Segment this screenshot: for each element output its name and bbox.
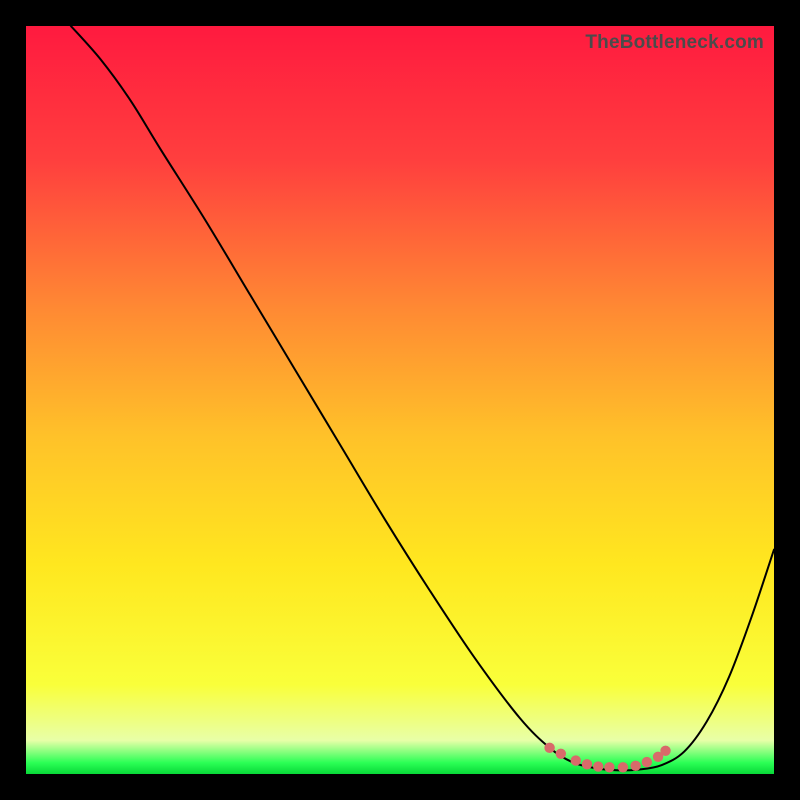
highlight-dot [593,761,603,771]
highlight-dot [544,743,554,753]
highlight-dot [618,762,628,772]
highlight-dot [630,761,640,771]
gradient-background [26,26,774,774]
highlight-dot [660,746,670,756]
highlight-dot [556,749,566,759]
highlight-dot [642,757,652,767]
watermark-text: TheBottleneck.com [585,32,764,54]
bottleneck-chart [26,26,774,774]
highlight-dot [604,762,614,772]
chart-frame: TheBottleneck.com [26,26,774,774]
highlight-dot [571,755,581,765]
highlight-dot [582,759,592,769]
